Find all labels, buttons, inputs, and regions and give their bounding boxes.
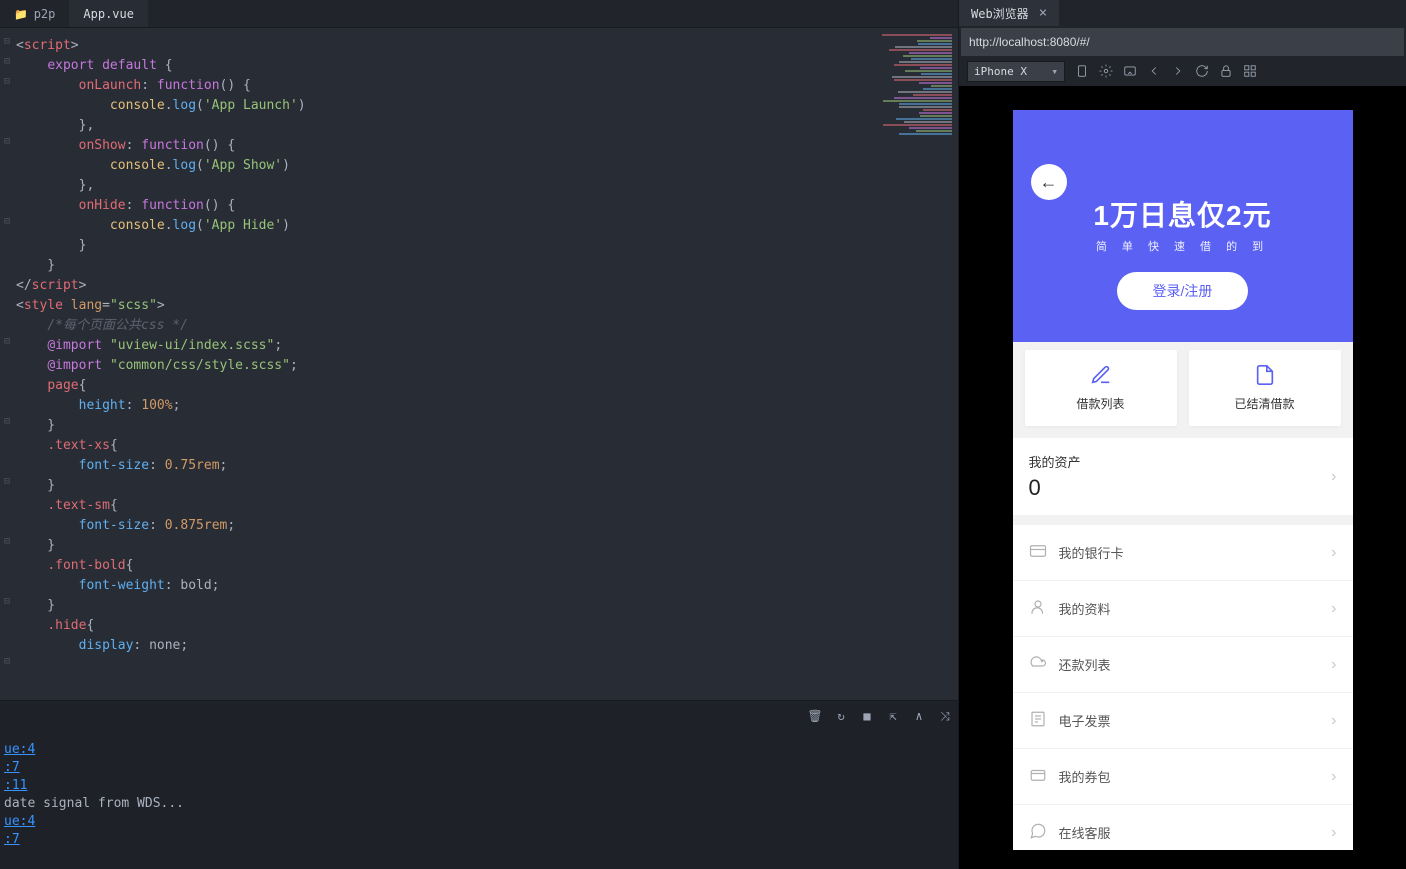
card-label: 已结清借款: [1234, 395, 1294, 412]
list-item[interactable]: 在线客服 ›: [1013, 805, 1353, 850]
user-icon: [1029, 598, 1047, 619]
browser-tab-bar: Web浏览器 ×: [959, 0, 1406, 26]
grid-icon[interactable]: [1243, 64, 1257, 78]
reload-icon[interactable]: [1195, 64, 1209, 78]
stop-icon[interactable]: ■: [860, 709, 874, 723]
doc-icon: [1254, 364, 1276, 389]
wallet-icon: [1029, 766, 1047, 787]
folder-icon: [14, 7, 28, 21]
list-item-label: 我的资料: [1059, 599, 1320, 618]
back-button[interactable]: ←: [1031, 164, 1067, 200]
action-cards: 借款列表 已结清借款: [1013, 338, 1353, 438]
card-icon: [1029, 542, 1047, 563]
back-icon[interactable]: [1147, 64, 1161, 78]
rotate-icon[interactable]: [1075, 64, 1089, 78]
action-card[interactable]: 借款列表: [1025, 350, 1177, 426]
login-button-label: 登录/注册: [1153, 283, 1213, 299]
console-link[interactable]: :7: [4, 760, 20, 775]
console-panel: 🗑 ↻ ■ ⇱ ∧ ⤨ ue:4 :7 :11 date signal from WD…: [0, 700, 958, 869]
assets-value: 0: [1029, 475, 1081, 501]
header-title: 1万日息仅2元: [1033, 194, 1333, 234]
chevron-right-icon: ›: [1331, 600, 1336, 618]
console-link[interactable]: ue:4: [4, 814, 35, 829]
browser-toolbar: iPhone X: [959, 56, 1406, 86]
trash-icon[interactable]: 🗑: [808, 709, 822, 723]
card-label: 借款列表: [1076, 395, 1124, 412]
assets-row[interactable]: 我的资产 0 ›: [1013, 438, 1353, 515]
code-editor[interactable]: ⊟⊟⊟⊟⊟⊟⊟⊟⊟⊟⊟ <script> export default { on…: [0, 28, 958, 700]
list-item-label: 我的券包: [1059, 767, 1320, 786]
console-link[interactable]: ue:4: [4, 742, 35, 757]
device-select[interactable]: iPhone X: [967, 61, 1065, 82]
file-tab-label: App.vue: [83, 7, 134, 21]
assets-label: 我的资产: [1029, 452, 1081, 471]
export-icon[interactable]: ⇱: [886, 709, 900, 723]
console-link[interactable]: :7: [4, 832, 20, 847]
device-select-label: iPhone X: [974, 65, 1027, 78]
console-link[interactable]: :11: [4, 778, 27, 793]
receipt-icon: [1029, 710, 1047, 731]
list-item-label: 我的银行卡: [1059, 543, 1320, 562]
forward-icon[interactable]: [1171, 64, 1185, 78]
chevron-right-icon: ›: [1331, 544, 1336, 562]
shuffle-icon[interactable]: ⤨: [938, 709, 952, 723]
preview-header: ← 1万日息仅2元 简 单 快 速 借 的 到 登录/注册: [1013, 110, 1353, 342]
editor-tabs: p2p App.vue: [0, 0, 958, 28]
lock-icon[interactable]: [1219, 64, 1233, 78]
chevron-right-icon: ›: [1331, 768, 1336, 786]
list-item[interactable]: 我的资料 ›: [1013, 581, 1353, 637]
restart-icon[interactable]: ↻: [834, 709, 848, 723]
chevron-right-icon: ›: [1331, 824, 1336, 842]
fold-gutter: ⊟⊟⊟⊟⊟⊟⊟⊟⊟⊟⊟: [0, 28, 14, 700]
cloud-icon: [1029, 654, 1047, 675]
phone-preview[interactable]: ← 1万日息仅2元 简 单 快 速 借 的 到 登录/注册 借款列表已结清借款 …: [1013, 110, 1353, 850]
editor-pane: p2p App.vue ⊟⊟⊟⊟⊟⊟⊟⊟⊟⊟⊟ <script> export …: [0, 0, 958, 869]
screenshot-icon[interactable]: [1123, 64, 1137, 78]
browser-tab-label: Web浏览器: [971, 5, 1029, 22]
console-toolbar: 🗑 ↻ ■ ⇱ ∧ ⤨: [808, 709, 952, 723]
header-subtitle: 简 单 快 速 借 的 到: [1033, 238, 1333, 254]
close-icon[interactable]: ×: [1039, 5, 1047, 21]
url-input[interactable]: [969, 35, 1396, 49]
project-tab-label: p2p: [34, 7, 56, 21]
menu-list: 我的银行卡 › 我的资料 › 还款列表 › 电子发票 › 我的券包 › 在线客服 ›: [1013, 525, 1353, 850]
list-item[interactable]: 我的银行卡 ›: [1013, 525, 1353, 581]
chevron-right-icon: ›: [1331, 656, 1336, 674]
file-tab[interactable]: App.vue: [69, 0, 148, 27]
list-item-label: 在线客服: [1059, 823, 1320, 842]
list-item-label: 还款列表: [1059, 655, 1320, 674]
preview-viewport: ← 1万日息仅2元 简 单 快 速 借 的 到 登录/注册 借款列表已结清借款 …: [959, 86, 1406, 869]
list-item[interactable]: 我的券包 ›: [1013, 749, 1353, 805]
browser-pane: Web浏览器 × iPhone X ← 1万日息仅2元 简 单 快 速 借 的 …: [958, 0, 1406, 869]
console-line: date signal from WDS...: [4, 795, 954, 813]
minimap[interactable]: [862, 28, 958, 700]
console-body: ue:4:7:11date signal from WDS...ue:4:7: [0, 701, 958, 853]
project-tab[interactable]: p2p: [0, 0, 69, 27]
login-button[interactable]: 登录/注册: [1117, 272, 1249, 310]
chevron-right-icon: ›: [1331, 468, 1336, 486]
browser-tab[interactable]: Web浏览器 ×: [959, 0, 1059, 26]
settings-icon[interactable]: [1099, 64, 1113, 78]
url-bar: [961, 28, 1404, 56]
chat-icon: [1029, 822, 1047, 843]
chevron-right-icon: ›: [1331, 712, 1336, 730]
edit-icon: [1090, 364, 1112, 389]
list-item-label: 电子发票: [1059, 711, 1320, 730]
list-item[interactable]: 还款列表 ›: [1013, 637, 1353, 693]
list-item[interactable]: 电子发票 ›: [1013, 693, 1353, 749]
action-card[interactable]: 已结清借款: [1189, 350, 1341, 426]
collapse-icon[interactable]: ∧: [912, 709, 926, 723]
code-content: <script> export default { onLaunch: func…: [16, 36, 306, 656]
